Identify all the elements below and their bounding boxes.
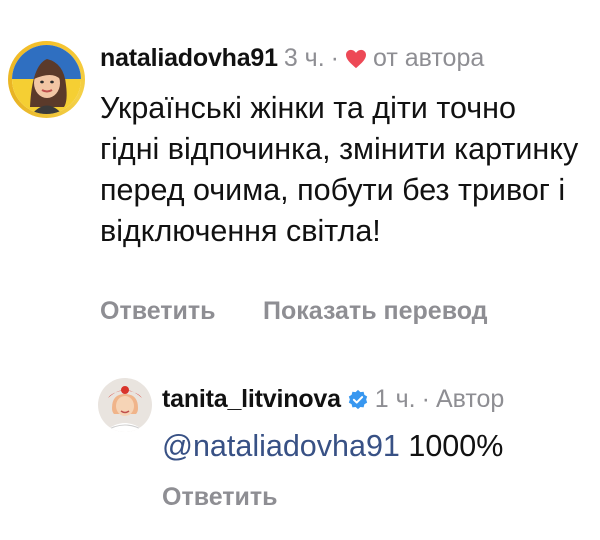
reply-to-reply-button[interactable]: Ответить	[162, 483, 278, 512]
liked-by-author-label: от автора	[372, 44, 485, 72]
avatar-photo-icon	[98, 378, 152, 432]
reply-message: 1000%	[408, 429, 504, 463]
reply-avatar[interactable]	[98, 378, 152, 432]
reply-username[interactable]: tanita_litvinova	[162, 385, 341, 414]
avatar-story-ring[interactable]	[8, 41, 85, 118]
comment-item: nataliadovha91 3 ч. · от автора Українсь…	[0, 0, 600, 340]
verified-badge-icon	[348, 389, 367, 409]
comment-text: Українські жінки та діти точно гідні від…	[100, 91, 579, 248]
avatar-illustration-icon	[12, 45, 81, 114]
heart-icon	[345, 49, 366, 68]
author-label: Автор	[435, 385, 505, 413]
comment-username[interactable]: nataliadovha91	[100, 44, 278, 73]
reply-header: tanita_litvinova 1 ч. · Автор	[162, 385, 504, 414]
comment-time: 3 ч.	[283, 44, 325, 72]
comment-header: nataliadovha91 3 ч. · от автора	[100, 44, 484, 73]
meta-separator: ·	[421, 385, 430, 413]
show-translation-button[interactable]: Показать перевод	[263, 297, 488, 326]
mention-link[interactable]: @nataliadovha91	[162, 429, 400, 463]
meta-separator: ·	[330, 44, 339, 72]
reply-time: 1 ч.	[374, 385, 416, 413]
reply-button[interactable]: Ответить	[100, 297, 216, 326]
reply-text: @nataliadovha91 1000%	[162, 426, 582, 467]
avatar[interactable]	[12, 45, 81, 114]
